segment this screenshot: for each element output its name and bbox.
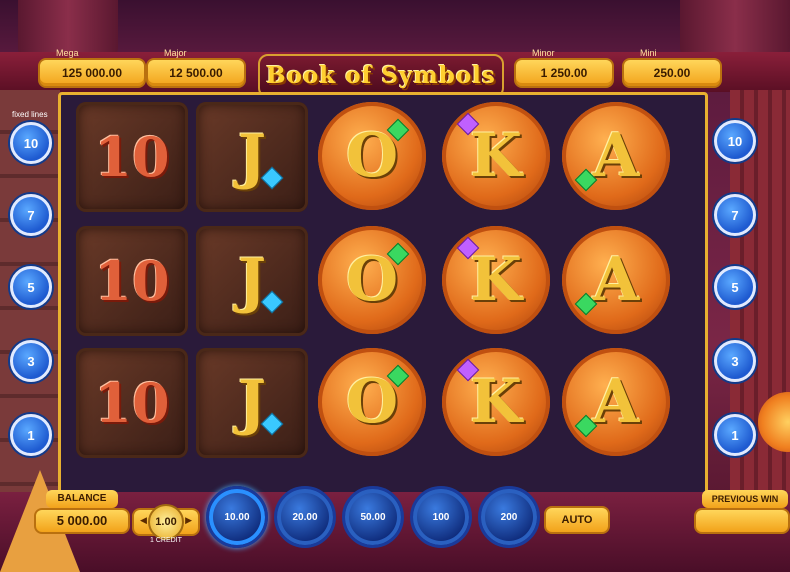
reel-symbol: A (562, 226, 670, 334)
spin-button-bet-2[interactable]: 20.00 (274, 486, 336, 548)
symbol-glyph: 10 (94, 125, 170, 189)
credit-label: 1 CREDIT (150, 537, 182, 544)
reel-symbol: A (562, 348, 670, 456)
increase-credit-icon[interactable]: ▶ (185, 515, 192, 526)
jackpot-label: Minor (532, 48, 555, 58)
reel-symbol: J (196, 226, 308, 336)
jackpot-value: 250.00 (653, 66, 691, 80)
fixed-lines-label: fixed lines (12, 110, 48, 119)
line-indicator-right[interactable]: 7 (714, 194, 756, 236)
reel-symbol: J (196, 348, 308, 458)
reel-symbol: 10 (76, 348, 188, 458)
jackpot-major: Major 12 500.00 (146, 48, 246, 88)
background-column-right (680, 0, 790, 58)
line-indicator-right[interactable]: 5 (714, 266, 756, 308)
symbol-glyph: K (469, 121, 523, 191)
spin-button-bet-4[interactable]: 100 (410, 486, 472, 548)
previous-win-label: PREVIOUS WIN (702, 490, 788, 508)
jackpot-value: 125 000.00 (61, 66, 123, 80)
symbol-glyph: K (469, 367, 523, 437)
symbol-glyph: 10 (94, 249, 170, 313)
spin-button-bet-5[interactable]: 200 (478, 486, 540, 548)
reel-symbol: 10 (76, 226, 188, 336)
line-indicator-right[interactable]: 3 (714, 340, 756, 382)
balance-value: 5 000.00 (34, 508, 130, 534)
auto-button[interactable]: AUTO (544, 506, 610, 534)
symbol-glyph: 10 (94, 371, 170, 435)
jackpot-value: 1 250.00 (540, 66, 588, 80)
line-indicator-right[interactable]: 1 (714, 414, 756, 456)
credit-value[interactable]: 1.00 (148, 504, 184, 540)
jackpot-mini: Mini 250.00 (622, 48, 722, 88)
line-indicator-left[interactable]: 7 (10, 194, 52, 236)
reel-symbol: K (442, 102, 550, 210)
symbol-glyph: A (592, 367, 640, 437)
reel-symbol: O (318, 102, 426, 210)
line-indicator-right[interactable]: 10 (714, 120, 756, 162)
decrease-credit-icon[interactable]: ◀ (140, 515, 147, 526)
reel-symbol: O (318, 348, 426, 456)
symbol-glyph: A (592, 245, 640, 315)
line-indicator-left[interactable]: 3 (10, 340, 52, 382)
spin-button-bet-3[interactable]: 50.00 (342, 486, 404, 548)
reel-symbol: A (562, 102, 670, 210)
jackpot-minor: Minor 1 250.00 (514, 48, 614, 88)
spin-button-bet-1[interactable]: 10.00 (206, 486, 268, 548)
reel-symbol: O (318, 226, 426, 334)
reel-symbol: J (196, 102, 308, 212)
line-indicator-left[interactable]: 1 (10, 414, 52, 456)
reel-symbol: 10 (76, 102, 188, 212)
jackpot-label: Mini (640, 48, 657, 58)
line-indicator-left[interactable]: 10 (10, 122, 52, 164)
symbol-glyph: J (237, 122, 267, 192)
symbol-glyph: A (592, 121, 640, 191)
symbol-glyph: J (237, 368, 267, 438)
jackpot-value: 12 500.00 (169, 66, 223, 80)
symbol-glyph: K (469, 245, 523, 315)
reel-symbol: K (442, 348, 550, 456)
jackpot-mega: Mega 125 000.00 (38, 48, 146, 88)
previous-win-value (694, 508, 790, 534)
symbol-glyph: J (237, 246, 267, 316)
reel-symbol: K (442, 226, 550, 334)
jackpot-label: Major (164, 48, 187, 58)
jackpot-label: Mega (56, 48, 79, 58)
line-indicator-left[interactable]: 5 (10, 266, 52, 308)
balance-label: BALANCE (46, 490, 118, 508)
